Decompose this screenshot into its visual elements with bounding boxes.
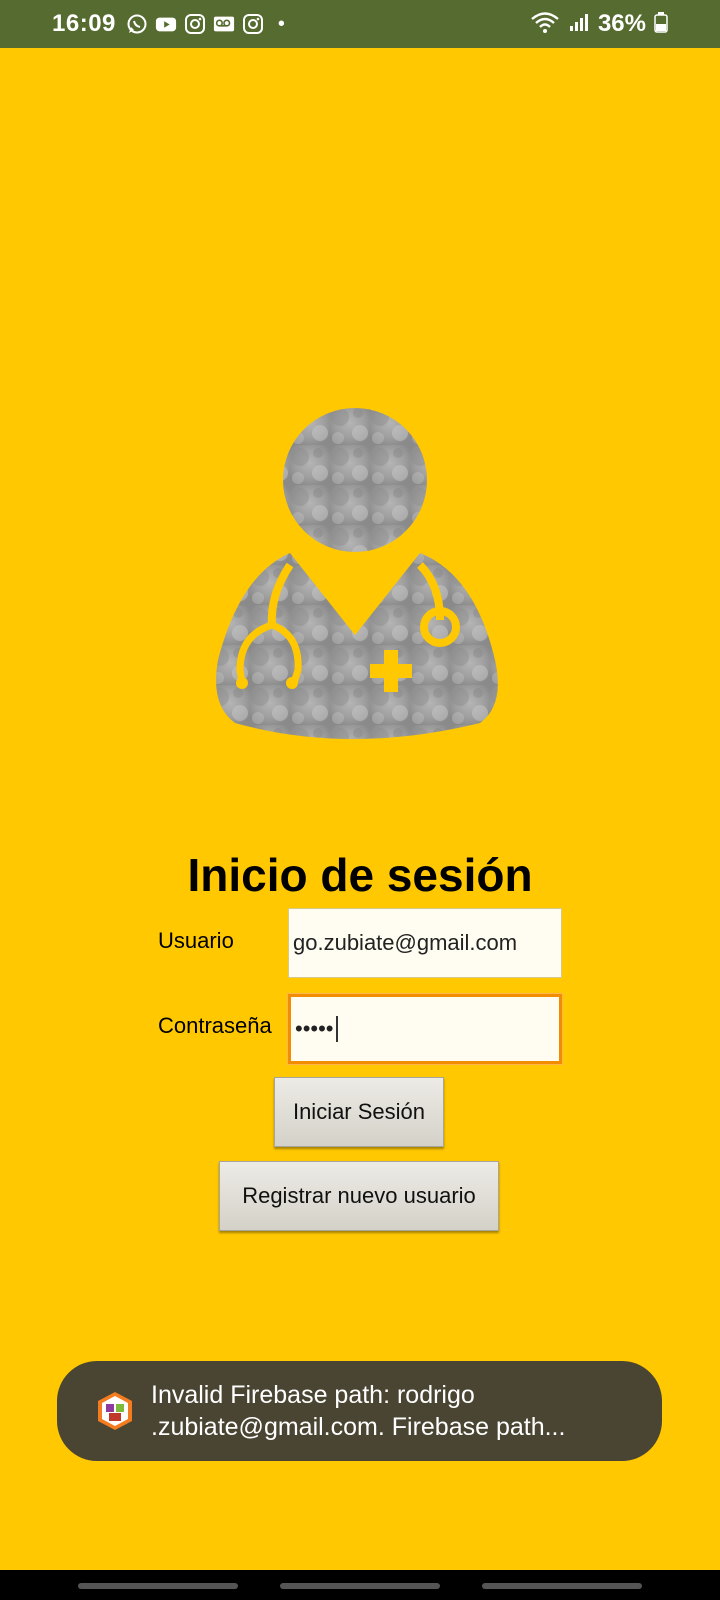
doctor-avatar-icon [216, 408, 498, 739]
password-input-value: ••••• [295, 1016, 334, 1041]
battery-percent: 36% [597, 10, 646, 37]
more-notifications-dot: • [277, 12, 285, 35]
password-label: Contraseña [158, 1013, 272, 1038]
instagram-icon [242, 13, 264, 35]
user-input[interactable]: go.zubiate@gmail.com [288, 908, 562, 978]
navigation-bar [0, 1570, 720, 1600]
notification-icons [126, 13, 264, 35]
toast-line-2: .zubiate@gmail.com. Firebase path... [151, 1413, 566, 1441]
wifi-icon [530, 10, 560, 39]
toast-line-1: Invalid Firebase path: rodrigo [151, 1381, 475, 1409]
login-button[interactable]: Iniciar Sesión [274, 1077, 444, 1147]
whatsapp-icon [126, 13, 148, 35]
user-label: Usuario [158, 928, 234, 953]
nav-recents-button[interactable] [78, 1583, 238, 1589]
youtube-icon [155, 13, 177, 35]
page-title: Inicio de sesión [187, 849, 533, 901]
battery-icon [654, 11, 668, 38]
system-icons: 36% [530, 10, 668, 39]
status-time: 16:09 [52, 10, 116, 37]
instagram-icon [184, 13, 206, 35]
register-button[interactable]: Registrar nuevo usuario [219, 1161, 499, 1231]
nav-back-button[interactable] [482, 1583, 642, 1589]
user-input-value: go.zubiate@gmail.com [293, 930, 518, 955]
password-input[interactable]: ••••• [288, 994, 562, 1064]
toast-message: Invalid Firebase path: rodrigo .zubiate@… [57, 1361, 662, 1461]
nav-home-button[interactable] [280, 1583, 440, 1589]
voicemail-icon [213, 13, 235, 35]
status-bar: 16:09 • 36% [0, 0, 720, 48]
signal-icon [568, 11, 590, 38]
text-cursor [335, 1016, 338, 1042]
app-icon [98, 1392, 132, 1430]
